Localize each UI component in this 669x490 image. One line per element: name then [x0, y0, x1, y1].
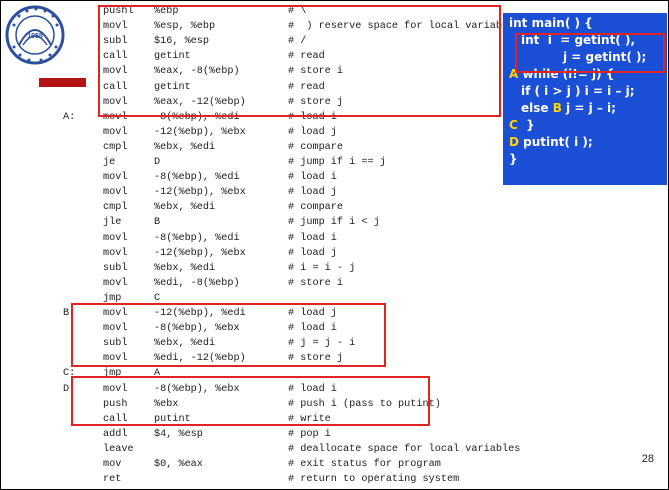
c-label-b: B: [552, 101, 562, 115]
asm-opcode: leave: [103, 443, 134, 455]
asm-opcode: je: [103, 157, 116, 168]
page-number: 28: [641, 453, 654, 465]
logo-year: 1958: [27, 33, 43, 40]
asm-opcode: movl: [103, 277, 128, 289]
highlight-box-block-b: [71, 303, 386, 367]
asm-comment: # jump if i == j: [288, 157, 386, 168]
asm-opcode: ret: [103, 474, 122, 486]
asm-operands: %ebx, %edi: [154, 141, 216, 153]
c-line-else: else B j = j – i;: [521, 100, 616, 117]
asm-operands: B: [154, 217, 161, 229]
asm-comment: # compare: [288, 202, 344, 214]
slide: 1958 pushl %ebp # \ movl %esp, %ebp # ) reser…: [0, 0, 669, 490]
asm-opcode: cmpl: [103, 202, 128, 214]
asm-operands: -12(%ebp), %ebx: [154, 187, 246, 199]
asm-comment: # jump if i < j: [288, 217, 380, 229]
c-line-close-loop: C }: [509, 117, 535, 134]
asm-operands: $0, %eax: [154, 459, 203, 470]
c-else-text: else: [521, 101, 553, 115]
asm-comment: # deallocate space for local variables: [288, 443, 521, 455]
c-line-if: if ( i > j ) i = i – j;: [521, 84, 635, 98]
asm-opcode: movl: [103, 232, 128, 244]
logo-emblem-icon: 1958: [5, 5, 65, 65]
c-label-c: C: [509, 118, 518, 132]
asm-opcode: cmpl: [103, 141, 128, 153]
asm-comment: # exit status for program: [288, 459, 441, 470]
c-close-brace: }: [517, 118, 535, 132]
university-logo: 1958: [5, 5, 65, 65]
asm-opcode: movl: [103, 172, 128, 184]
asm-opcode: mov: [103, 459, 122, 470]
asm-opcode: movl: [103, 126, 128, 138]
asm-comment: # return to operating system: [288, 474, 460, 486]
asm-operands: -12(%ebp), %ebx: [154, 126, 246, 138]
asm-comment: # load i: [288, 172, 337, 184]
highlight-box-read: [98, 5, 501, 117]
asm-operands: %edi, -8(%ebp): [154, 277, 240, 289]
c-label-d: D: [509, 135, 519, 149]
c-line-main: int main( ) {: [509, 16, 593, 30]
c-line-end: }: [509, 152, 518, 166]
asm-operands: -12(%ebp), %ebx: [154, 247, 246, 259]
asm-label: A:: [63, 111, 76, 123]
c-line-putint: D putint( i );: [509, 134, 593, 151]
c-else-body: j = j – i;: [561, 101, 616, 115]
asm-operands: D: [154, 157, 161, 168]
asm-opcode: jle: [103, 217, 122, 229]
asm-opcode: movl: [103, 247, 128, 259]
asm-comment: # load j: [288, 247, 337, 259]
asm-operands: -8(%ebp), %edi: [154, 232, 240, 244]
highlight-box-block-d: [71, 376, 430, 426]
asm-operands: -8(%ebp), %edi: [154, 172, 240, 184]
asm-operands: %ebx, %edi: [154, 262, 216, 274]
c-putint-text: putint( i );: [518, 135, 593, 149]
asm-comment: # load j: [288, 126, 337, 138]
asm-comment: # compare: [288, 141, 344, 153]
asm-operands: $4, %esp: [154, 428, 203, 440]
asm-comment: # store i: [288, 277, 344, 289]
asm-comment: # pop i: [288, 428, 331, 440]
asm-comment: # load j: [288, 187, 337, 199]
asm-comment: # i = i - j: [288, 262, 356, 274]
asm-operands: %ebx, %edi: [154, 202, 216, 214]
asm-opcode: addl: [103, 428, 128, 440]
asm-comment: # load i: [288, 232, 337, 244]
asm-opcode: movl: [103, 187, 128, 199]
asm-opcode: subl: [103, 262, 128, 274]
highlight-box-c-getint: [515, 33, 665, 73]
